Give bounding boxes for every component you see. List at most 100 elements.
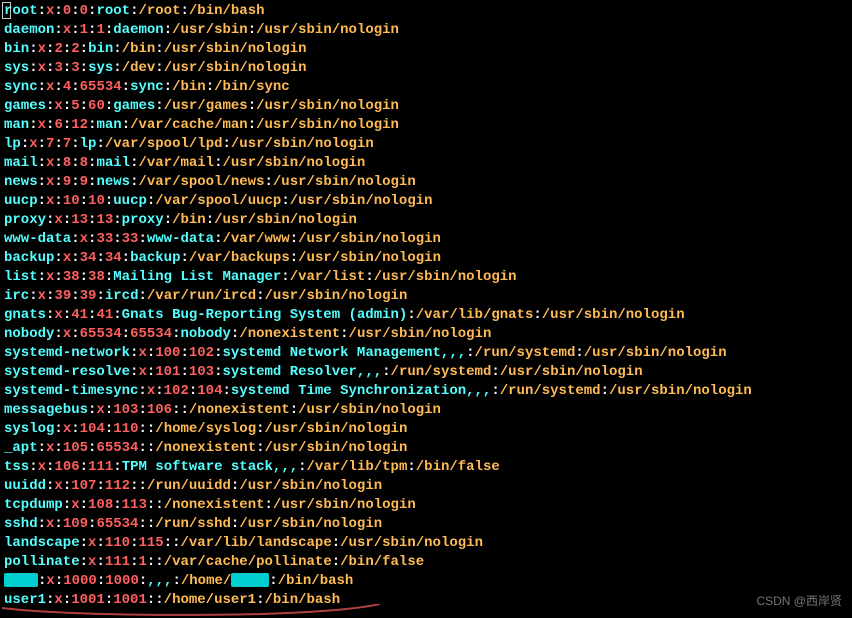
field-user: landscape <box>4 535 80 551</box>
field-user: tcpdump <box>4 497 63 513</box>
field-user: backup <box>4 250 54 266</box>
field-separator: : <box>113 212 121 228</box>
field-shell: /usr/sbin/nologin <box>340 535 483 551</box>
field-separator: : <box>256 592 264 608</box>
field-home: /run/sshd <box>155 516 231 532</box>
field-separator: : <box>290 250 298 266</box>
field-uid: 39 <box>54 288 71 304</box>
field-uid: 4 <box>63 79 71 95</box>
field-gid: 2 <box>71 41 79 57</box>
field-x: x <box>38 41 46 57</box>
field-x: x <box>63 326 71 342</box>
field-uid: 110 <box>105 535 130 551</box>
field-separator: : <box>248 22 256 38</box>
field-separator: : <box>38 440 46 456</box>
field-separator: : <box>105 193 113 209</box>
field-separator: : <box>113 41 121 57</box>
field-separator: : <box>180 364 188 380</box>
field-x: x <box>63 22 71 38</box>
field-user: _apt <box>4 440 38 456</box>
field-user: www-data <box>4 231 71 247</box>
field-separator: : <box>407 459 415 475</box>
field-home: /var/www <box>223 231 290 247</box>
field-shell: /usr/sbin/nologin <box>298 231 441 247</box>
field-shell: /usr/sbin/nologin <box>374 269 517 285</box>
field-uid: 3 <box>54 60 62 76</box>
field-gid: 39 <box>80 288 97 304</box>
field-gid: 102 <box>189 345 214 361</box>
field-gid: 38 <box>88 269 105 285</box>
field-separator: : <box>38 193 46 209</box>
field-separator: : <box>71 421 79 437</box>
field-gecos: mail <box>96 155 130 171</box>
field-separator: : <box>223 136 231 152</box>
field-separator: : <box>248 117 256 133</box>
field-separator: : <box>54 516 62 532</box>
field-shell: /usr/sbin/nologin <box>290 193 433 209</box>
field-gid: 9 <box>80 174 88 190</box>
field-separator: : <box>63 212 71 228</box>
field-separator: : <box>63 98 71 114</box>
field-uid: 101 <box>155 364 180 380</box>
field-gecos: proxy <box>122 212 164 228</box>
field-user: list <box>4 269 38 285</box>
passwd-line: root:x:0:0:root:/root:/bin/bash <box>4 2 848 21</box>
field-separator: : <box>575 345 583 361</box>
field-separator: : <box>38 155 46 171</box>
field-x: x <box>38 459 46 475</box>
field-home: /var/cache/man <box>130 117 248 133</box>
field-user: tss <box>4 459 29 475</box>
field-uid: 33 <box>96 231 113 247</box>
field-separator: : <box>80 459 88 475</box>
field-separator: : <box>71 3 79 19</box>
field-gid: 8 <box>80 155 88 171</box>
field-home: /var/backups <box>189 250 290 266</box>
field-separator: : <box>138 421 146 437</box>
field-separator: : <box>29 60 37 76</box>
terminal-output[interactable]: root:x:0:0:root:/root:/bin/bashdaemon:x:… <box>4 2 848 610</box>
field-x: x <box>138 364 146 380</box>
field-separator: : <box>122 117 130 133</box>
field-separator: : <box>105 269 113 285</box>
field-shell: /bin/sync <box>214 79 290 95</box>
passwd-line: _apt:x:105:65534::/nonexistent:/usr/sbin… <box>4 439 848 458</box>
field-separator: : <box>63 497 71 513</box>
field-separator: : <box>214 364 222 380</box>
field-separator: : <box>407 307 415 323</box>
field-home: /bin <box>172 212 206 228</box>
field-separator: : <box>38 79 46 95</box>
field-separator: : <box>54 22 62 38</box>
field-uid: 38 <box>63 269 80 285</box>
field-shell: /usr/sbin/nologin <box>164 60 307 76</box>
field-separator: : <box>138 288 146 304</box>
field-separator: : <box>71 288 79 304</box>
field-uid: 111 <box>105 554 130 570</box>
passwd-line: daemon:x:1:1:daemon:/usr/sbin:/usr/sbin/… <box>4 21 848 40</box>
field-uid: 106 <box>54 459 79 475</box>
field-shell: /usr/sbin/nologin <box>273 174 416 190</box>
field-user: systemd-resolve <box>4 364 130 380</box>
field-separator: : <box>332 554 340 570</box>
passwd-line: user1:x:1001:1001::/home/user1:/bin/bash <box>4 591 848 610</box>
field-separator: : <box>21 136 29 152</box>
field-gecos: news <box>96 174 130 190</box>
field-separator: : <box>155 41 163 57</box>
field-separator: : <box>281 193 289 209</box>
field-separator: : <box>113 231 121 247</box>
field-shell: /usr/sbin/nologin <box>500 364 643 380</box>
field-gecos: ,,, <box>147 573 172 589</box>
field-home: /var/run/ircd <box>147 288 256 304</box>
field-separator: : <box>172 535 180 551</box>
field-x: x <box>54 592 62 608</box>
field-uid: 1000 <box>63 573 97 589</box>
field-shell: /usr/sbin/nologin <box>298 402 441 418</box>
field-home: /var/lib/landscape <box>181 535 332 551</box>
field-separator: : <box>54 3 62 19</box>
field-separator: : <box>63 307 71 323</box>
field-x: x <box>38 117 46 133</box>
field-user: irc <box>4 288 29 304</box>
field-home: /var/cache/pollinate <box>164 554 332 570</box>
field-user: pollinate <box>4 554 80 570</box>
field-home: /dev <box>122 60 156 76</box>
field-separator: : <box>113 307 121 323</box>
